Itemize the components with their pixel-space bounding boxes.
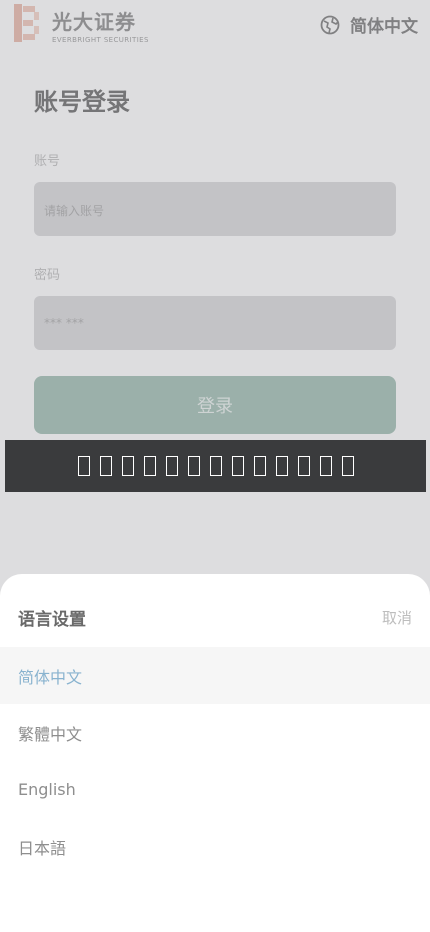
missing-glyph xyxy=(143,456,156,476)
missing-glyph xyxy=(275,456,288,476)
missing-glyph xyxy=(187,456,200,476)
missing-glyph xyxy=(99,456,112,476)
cancel-button[interactable]: 取消 xyxy=(382,607,412,628)
language-sheet: 语言设置 取消 简体中文 繁體中文 English 日本語 xyxy=(0,574,430,932)
language-option-japanese[interactable]: 日本語 xyxy=(0,818,430,875)
missing-glyph xyxy=(319,456,332,476)
missing-glyph xyxy=(231,456,244,476)
missing-glyph xyxy=(77,456,90,476)
missing-glyph xyxy=(341,456,354,476)
missing-glyph xyxy=(165,456,178,476)
missing-glyph xyxy=(253,456,266,476)
missing-glyph xyxy=(297,456,310,476)
missing-glyph xyxy=(209,456,222,476)
toast-message xyxy=(5,440,426,492)
language-option-traditional-chinese[interactable]: 繁體中文 xyxy=(0,704,430,761)
sheet-title: 语言设置 xyxy=(18,610,86,630)
missing-glyph xyxy=(121,456,134,476)
language-option-simplified-chinese[interactable]: 简体中文 xyxy=(0,647,430,704)
language-option-english[interactable]: English xyxy=(0,761,430,818)
